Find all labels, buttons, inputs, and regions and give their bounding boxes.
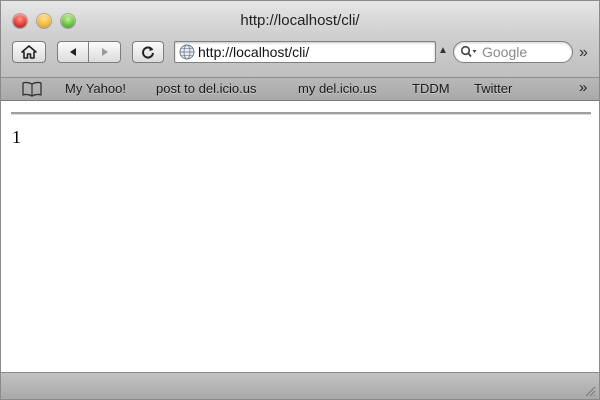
search-placeholder: Google [482,44,528,60]
address-text: http://localhost/cli/ [198,44,310,60]
back-arrow-icon [70,48,76,56]
reload-button[interactable] [132,41,164,63]
bookmark-twitter[interactable]: Twitter [474,81,512,96]
search-field[interactable]: Google [453,41,573,63]
book-icon[interactable] [21,81,43,97]
search-icon [460,45,477,58]
toolbar-overflow-icon[interactable]: » [579,44,588,62]
forward-arrow-icon [101,48,108,56]
forward-button[interactable] [89,41,121,63]
resize-grip-icon[interactable] [584,385,596,397]
page-body-text: 1 [12,127,21,147]
bookmark-my-delicious[interactable]: my del.icio.us [298,81,377,96]
page-content: 1 [1,101,599,371]
bookmarks-overflow-icon[interactable]: » [579,79,587,96]
bookmarks-bar: My Yahoo! post to del.icio.us my del.ici… [1,78,599,101]
bookmark-my-yahoo[interactable]: My Yahoo! [65,81,126,96]
globe-icon [179,44,195,60]
window-title: http://localhost/cli/ [240,12,360,29]
status-bar [1,372,599,399]
reload-icon [142,46,154,59]
address-bar[interactable]: http://localhost/cli/ [174,41,436,63]
bookmark-post-to-delicious[interactable]: post to del.icio.us [156,81,256,96]
home-icon [21,45,37,59]
browser-window: http://localhost/cli/ http://localhost/c… [0,0,600,400]
bookmark-tddm[interactable]: TDDM [412,81,450,96]
address-dropdown-icon[interactable]: ▲ [438,45,448,56]
title-toolbar: http://localhost/cli/ http://localhost/c… [1,1,599,78]
horizontal-rule [11,112,591,115]
home-button[interactable] [12,41,46,63]
back-button[interactable] [57,41,89,63]
